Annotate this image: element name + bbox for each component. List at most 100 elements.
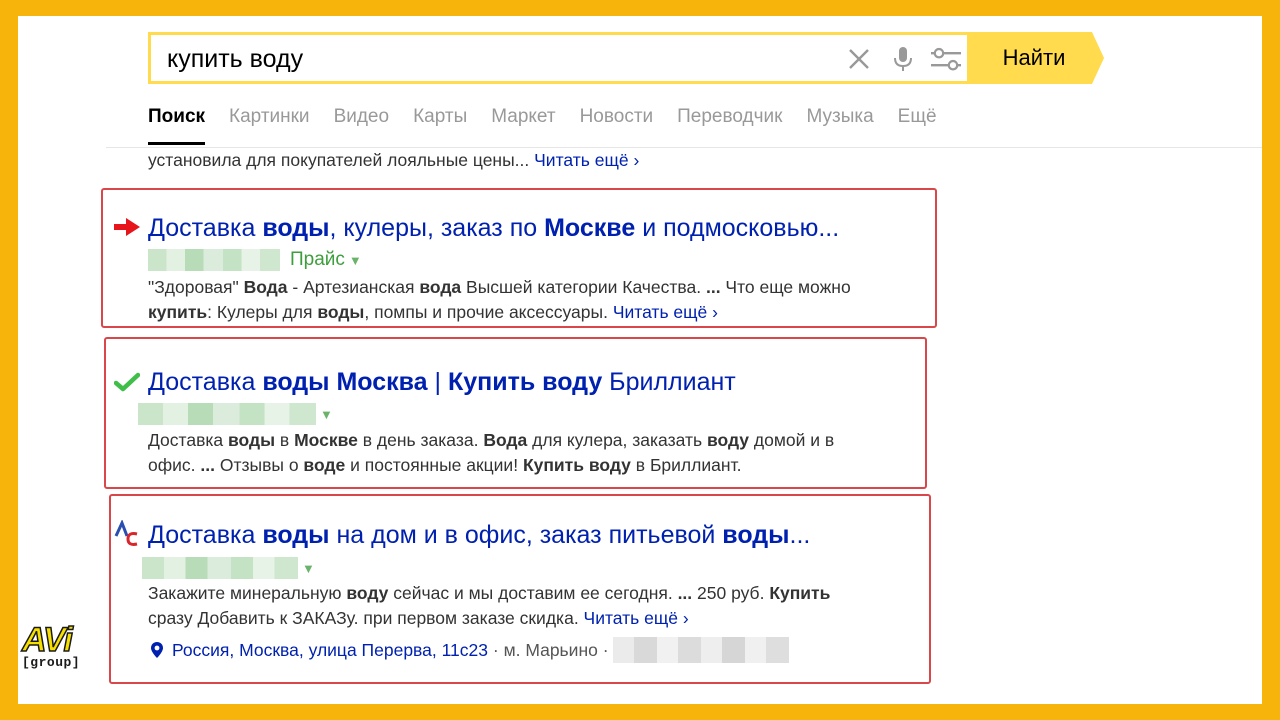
price-link[interactable]: Прайс	[290, 249, 345, 271]
title-highlight: воды	[722, 521, 790, 549]
tab-images[interactable]: Картинки	[229, 104, 310, 144]
snippet-text: сразу Добавить к ЗАКАЗу. при первом зака…	[148, 608, 584, 628]
snippet-highlight: воду	[346, 583, 389, 603]
snippet-highlight: ...	[200, 455, 215, 475]
logo-sub: [group]	[22, 655, 81, 670]
close-icon[interactable]	[845, 45, 873, 73]
snippet-text: : Кулеры для	[207, 302, 318, 322]
blurred-url	[142, 557, 298, 579]
microphone-icon[interactable]	[889, 45, 917, 73]
result-url-3: ▼	[142, 555, 315, 581]
snippet-text: в день заказа.	[357, 430, 484, 450]
title-text: Доставка	[148, 214, 263, 242]
snippet-text: 250 руб.	[692, 583, 770, 603]
settings-sliders-icon[interactable]	[929, 45, 963, 73]
snippet-highlight: Вода	[483, 430, 528, 450]
snippet-text: "Здоровая"	[148, 277, 244, 297]
result-url-1: Прайс ▼	[148, 247, 362, 273]
title-text: на дом и в офис, заказ питьевой	[329, 521, 723, 549]
caret-down-icon[interactable]: ▼	[349, 253, 362, 268]
snippet-highlight: воды	[317, 302, 365, 322]
read-more-link[interactable]: Читать ещё ›	[584, 608, 689, 628]
search-results-page: Найти Поиск Картинки Видео Карты Маркет …	[18, 16, 1262, 704]
caret-down-icon[interactable]: ▼	[302, 561, 315, 576]
address-link[interactable]: Россия, Москва, улица Перерва, 11с23	[172, 640, 488, 661]
search-button[interactable]: Найти	[970, 32, 1108, 84]
separator: ·	[597, 639, 614, 660]
metro-station: м. Марьино	[503, 639, 598, 660]
tab-music[interactable]: Музыка	[806, 104, 873, 144]
title-highlight: воды	[262, 214, 330, 242]
title-highlight: воды	[262, 521, 330, 549]
snippet-text: домой и в	[749, 430, 835, 450]
snippet-text: для кулера, заказать	[527, 430, 707, 450]
logo-main: AVi	[21, 621, 73, 659]
snippet-highlight: воде	[303, 455, 346, 475]
snippet-highlight: ...	[677, 583, 693, 603]
result-title-3[interactable]: Доставка воды на дом и в офис, заказ пит…	[148, 520, 810, 550]
title-highlight: воды Москва	[262, 368, 428, 396]
snippet-highlight: Москве	[294, 430, 358, 450]
tab-market[interactable]: Маркет	[491, 104, 555, 144]
snippet-text: и постоянные акции!	[345, 455, 523, 475]
read-more-link[interactable]: Читать ещё ›	[613, 302, 718, 322]
blurred-url	[148, 249, 280, 271]
search-button-label: Найти	[1002, 45, 1066, 70]
result-snippet-3-line2: сразу Добавить к ЗАКАЗу. при первом зака…	[148, 606, 689, 631]
title-text: Доставка	[148, 521, 263, 549]
result-address-row: Россия, Москва, улица Перерва, 11с23 · м…	[150, 637, 790, 663]
snippet-text: в	[275, 430, 295, 450]
tab-more[interactable]: Ещё	[898, 104, 937, 144]
result-snippet-2-line2: офис. ... Отзывы о воде и постоянные акц…	[148, 453, 741, 478]
snippet-text: - Артезианская	[287, 277, 420, 297]
snippet-highlight: воды	[228, 430, 276, 450]
snippet-text: установила для покупателей лояльные цены…	[148, 150, 535, 170]
title-text: ...	[789, 521, 811, 549]
result-title-1[interactable]: Доставка воды, кулеры, заказ по Москве и…	[148, 213, 839, 243]
blurred-url	[138, 403, 316, 425]
favicon-icon	[114, 520, 138, 546]
snippet-highlight: Купить	[769, 583, 831, 603]
result-snippet-1-line1: "Здоровая" Вода - Артезианская вода Высш…	[148, 275, 851, 300]
caret-down-icon[interactable]: ▼	[320, 407, 333, 422]
snippet-highlight: Купить воду	[522, 455, 631, 475]
snippet-text: офис.	[148, 455, 201, 475]
snippet-text: сейчас и мы доставим ее сегодня.	[388, 583, 678, 603]
snippet-highlight: Вода	[243, 277, 288, 297]
service-tabs: Поиск Картинки Видео Карты Маркет Новост…	[148, 104, 937, 145]
snippet-highlight: купить	[148, 302, 208, 322]
search-box	[148, 32, 970, 84]
title-text: Бриллиант	[602, 368, 736, 396]
snippet-text: , помпы и прочие аксессуары.	[364, 302, 613, 322]
search-input[interactable]	[167, 43, 817, 75]
result-snippet-2-line1: Доставка воды в Москве в день заказа. Во…	[148, 428, 834, 453]
snippet-highlight: вода	[419, 277, 462, 297]
result-snippet-1-line2: купить: Кулеры для воды, помпы и прочие …	[148, 300, 718, 325]
tab-maps[interactable]: Карты	[413, 104, 467, 144]
avi-group-logo: AVi [group]	[21, 621, 81, 670]
blurred-phone	[613, 637, 790, 663]
title-highlight: Купить воду	[447, 368, 603, 396]
snippet-text: Закажите минеральную	[148, 583, 347, 603]
location-pin-icon	[151, 642, 163, 658]
tab-translator[interactable]: Переводчик	[677, 104, 782, 144]
result-snippet-3-line1: Закажите минеральную воду сейчас и мы до…	[148, 581, 830, 606]
separator: ·	[488, 639, 504, 660]
tab-news[interactable]: Новости	[580, 104, 654, 144]
title-text: , кулеры, заказ по	[329, 214, 545, 242]
previous-snippet: установила для покупателей лояльные цены…	[148, 148, 639, 173]
snippet-text: в Бриллиант.	[630, 455, 742, 475]
read-more-link[interactable]: Читать ещё ›	[534, 150, 639, 170]
snippet-text: Доставка	[148, 430, 229, 450]
title-highlight: Москве	[544, 214, 636, 242]
tab-video[interactable]: Видео	[334, 104, 390, 144]
tab-search[interactable]: Поиск	[148, 104, 206, 145]
snippet-highlight: ...	[705, 277, 721, 297]
title-text: |	[427, 368, 448, 396]
snippet-text: Высшей категории Качества.	[461, 277, 706, 297]
snippet-text: Что еще можно	[720, 277, 851, 297]
snippet-text: Отзывы о	[214, 455, 304, 475]
red-arrow-icon	[114, 218, 140, 236]
snippet-highlight: воду	[706, 430, 750, 450]
result-title-2[interactable]: Доставка воды Москва | Купить воду Брилл…	[148, 367, 736, 397]
